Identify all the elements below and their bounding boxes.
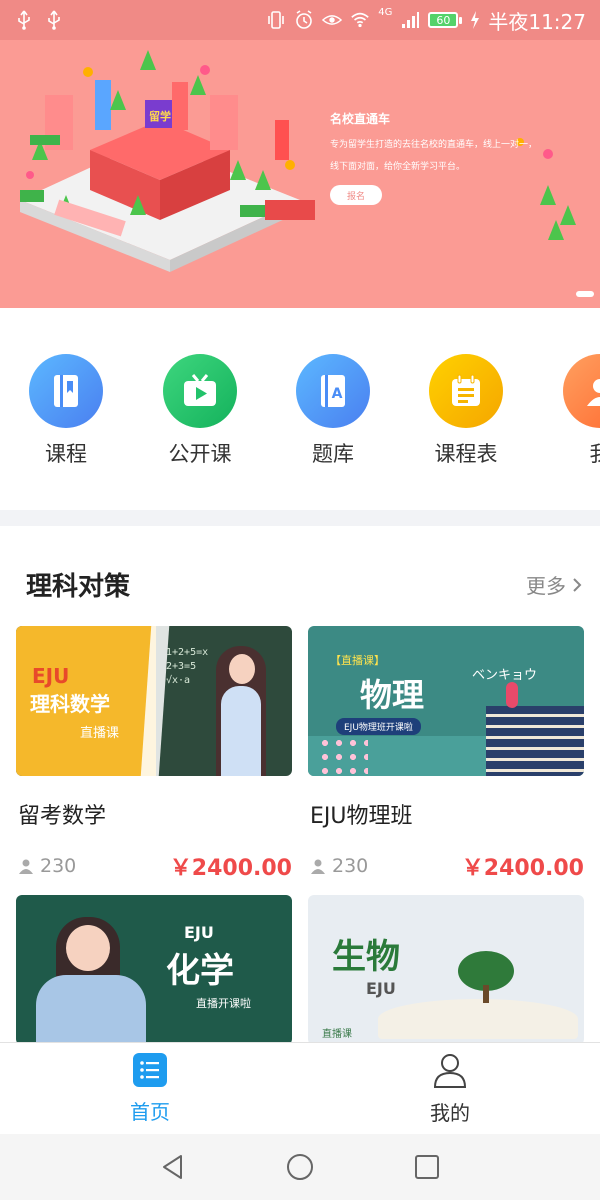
- thumb-katakana: ベンキョウ: [472, 668, 538, 683]
- banner-description: 专为留学生打造的去往名校的直通车，线上一对一，线下面对面，给你全新学习平台。: [330, 140, 538, 172]
- science-section: 理科对策 更多 1+2+5=x 2+3=5 √x·a EJU 理科数学 直播课 留考…: [0, 526, 600, 1046]
- status-bar: 4G 60 半夜11:27: [0, 0, 600, 40]
- alarm-icon: [294, 10, 314, 30]
- student-count-value: 230: [332, 855, 369, 877]
- thumb-tag: 【直播课】: [330, 654, 385, 667]
- quick-item-open-class[interactable]: 公开课: [140, 354, 260, 468]
- section-title: 理科对策: [26, 572, 131, 602]
- course-card[interactable]: 1+2+5=x 2+3=5 √x·a EJU 理科数学 直播课 留考数学 230 ￥…: [16, 626, 292, 882]
- thumb-tag: 直播课: [80, 726, 120, 741]
- clock: 半夜11:27: [488, 9, 586, 34]
- chevron-right-icon: [573, 577, 582, 592]
- course-card[interactable]: 【直播课】 物理 ベンキョウ EJU物理班开课啦 EJU物理班 230 ￥240…: [308, 626, 584, 882]
- thumb-tag: 直播开课啦: [196, 997, 251, 1010]
- course-card[interactable]: EJU 化学 直播开课啦: [16, 895, 292, 1045]
- promo-banner[interactable]: 留学 名校直通车 专为留学生打造的去往名校的直通车，线上一对一，线下面对面，给你…: [0, 40, 600, 308]
- schedule-icon: [429, 354, 503, 428]
- course-price: ￥2400.00: [461, 856, 584, 881]
- home-icon[interactable]: [286, 1153, 314, 1181]
- vibrate-icon: [266, 10, 286, 30]
- student-count: 230: [18, 855, 76, 877]
- usb-icon: [14, 10, 34, 30]
- battery-level: 60: [428, 12, 459, 28]
- signal-icon: [400, 10, 420, 30]
- more-label: 更多: [526, 574, 566, 598]
- charging-icon: [470, 10, 480, 30]
- quick-item-me[interactable]: 我: [540, 354, 600, 468]
- quick-item-label: 公开课: [168, 442, 232, 466]
- wifi-icon: [350, 10, 370, 30]
- profile-icon: [433, 1054, 467, 1088]
- thumb-subject: 物理: [360, 676, 425, 714]
- quick-item-label: 题库: [312, 442, 354, 466]
- course-thumbnail: 生物 EJU 直播课: [308, 895, 584, 1045]
- tab-profile[interactable]: 我的: [300, 1043, 600, 1134]
- banner-title: 名校直通车: [330, 112, 391, 126]
- course-thumbnail: 1+2+5=x 2+3=5 √x·a EJU 理科数学 直播课: [16, 626, 292, 776]
- more-link[interactable]: 更多: [526, 570, 582, 599]
- book-icon: [29, 354, 103, 428]
- student-count: 230: [310, 855, 368, 877]
- battery-icon: 60: [428, 12, 463, 28]
- course-title: EJU物理班: [310, 804, 413, 829]
- course-price: ￥2400.00: [169, 856, 292, 881]
- back-icon[interactable]: [159, 1153, 187, 1181]
- quick-item-label: 课程: [45, 442, 87, 466]
- course-thumbnail: EJU 化学 直播开课啦: [16, 895, 292, 1045]
- quick-item-question-bank[interactable]: A 题库: [273, 354, 393, 468]
- thumb-subject: 化学: [166, 951, 234, 991]
- svg-text:A: A: [332, 386, 343, 402]
- eye-icon: [322, 10, 343, 30]
- quick-menu: 课程 公开课 A 题库 课程表 我: [0, 308, 600, 510]
- thumb-subject: 生物: [332, 937, 400, 977]
- course-title: 留考数学: [18, 804, 107, 829]
- quick-item-schedule[interactable]: 课程表: [406, 354, 526, 468]
- question-bank-icon: A: [296, 354, 370, 428]
- user-icon: [563, 354, 600, 428]
- thumb-brand: EJU: [32, 664, 70, 688]
- tab-home[interactable]: 首页: [0, 1043, 300, 1134]
- course-card[interactable]: 生物 EJU 直播课: [308, 895, 584, 1045]
- thumb-subject: 理科数学: [30, 692, 110, 716]
- quick-item-label: 我: [540, 438, 600, 468]
- thumb-banner: EJU物理班开课啦: [336, 718, 421, 735]
- network-type: 4G: [378, 6, 393, 18]
- student-count-value: 230: [40, 855, 77, 877]
- banner-signup-button[interactable]: 报名: [330, 185, 382, 205]
- tv-play-icon: [163, 354, 237, 428]
- svg-text:留学: 留学: [149, 109, 171, 123]
- person-icon: [311, 859, 325, 874]
- thumb-tag: 直播课: [322, 1029, 352, 1040]
- recents-icon[interactable]: [413, 1153, 441, 1181]
- person-icon: [19, 859, 33, 874]
- home-list-icon: [133, 1053, 167, 1087]
- banner-page-indicator: [576, 291, 594, 297]
- quick-item-course[interactable]: 课程: [6, 354, 126, 468]
- system-nav-bar: [0, 1134, 600, 1200]
- tab-label: 首页: [130, 1100, 170, 1124]
- tab-label: 我的: [430, 1101, 470, 1125]
- bottom-tab-bar: 首页 我的: [0, 1042, 600, 1134]
- thumb-brand: EJU: [184, 923, 214, 942]
- quick-item-label: 课程表: [434, 442, 498, 466]
- usb-icon: [44, 10, 64, 30]
- course-thumbnail: 【直播课】 物理 ベンキョウ EJU物理班开课啦: [308, 626, 584, 776]
- thumb-brand: EJU: [366, 979, 396, 998]
